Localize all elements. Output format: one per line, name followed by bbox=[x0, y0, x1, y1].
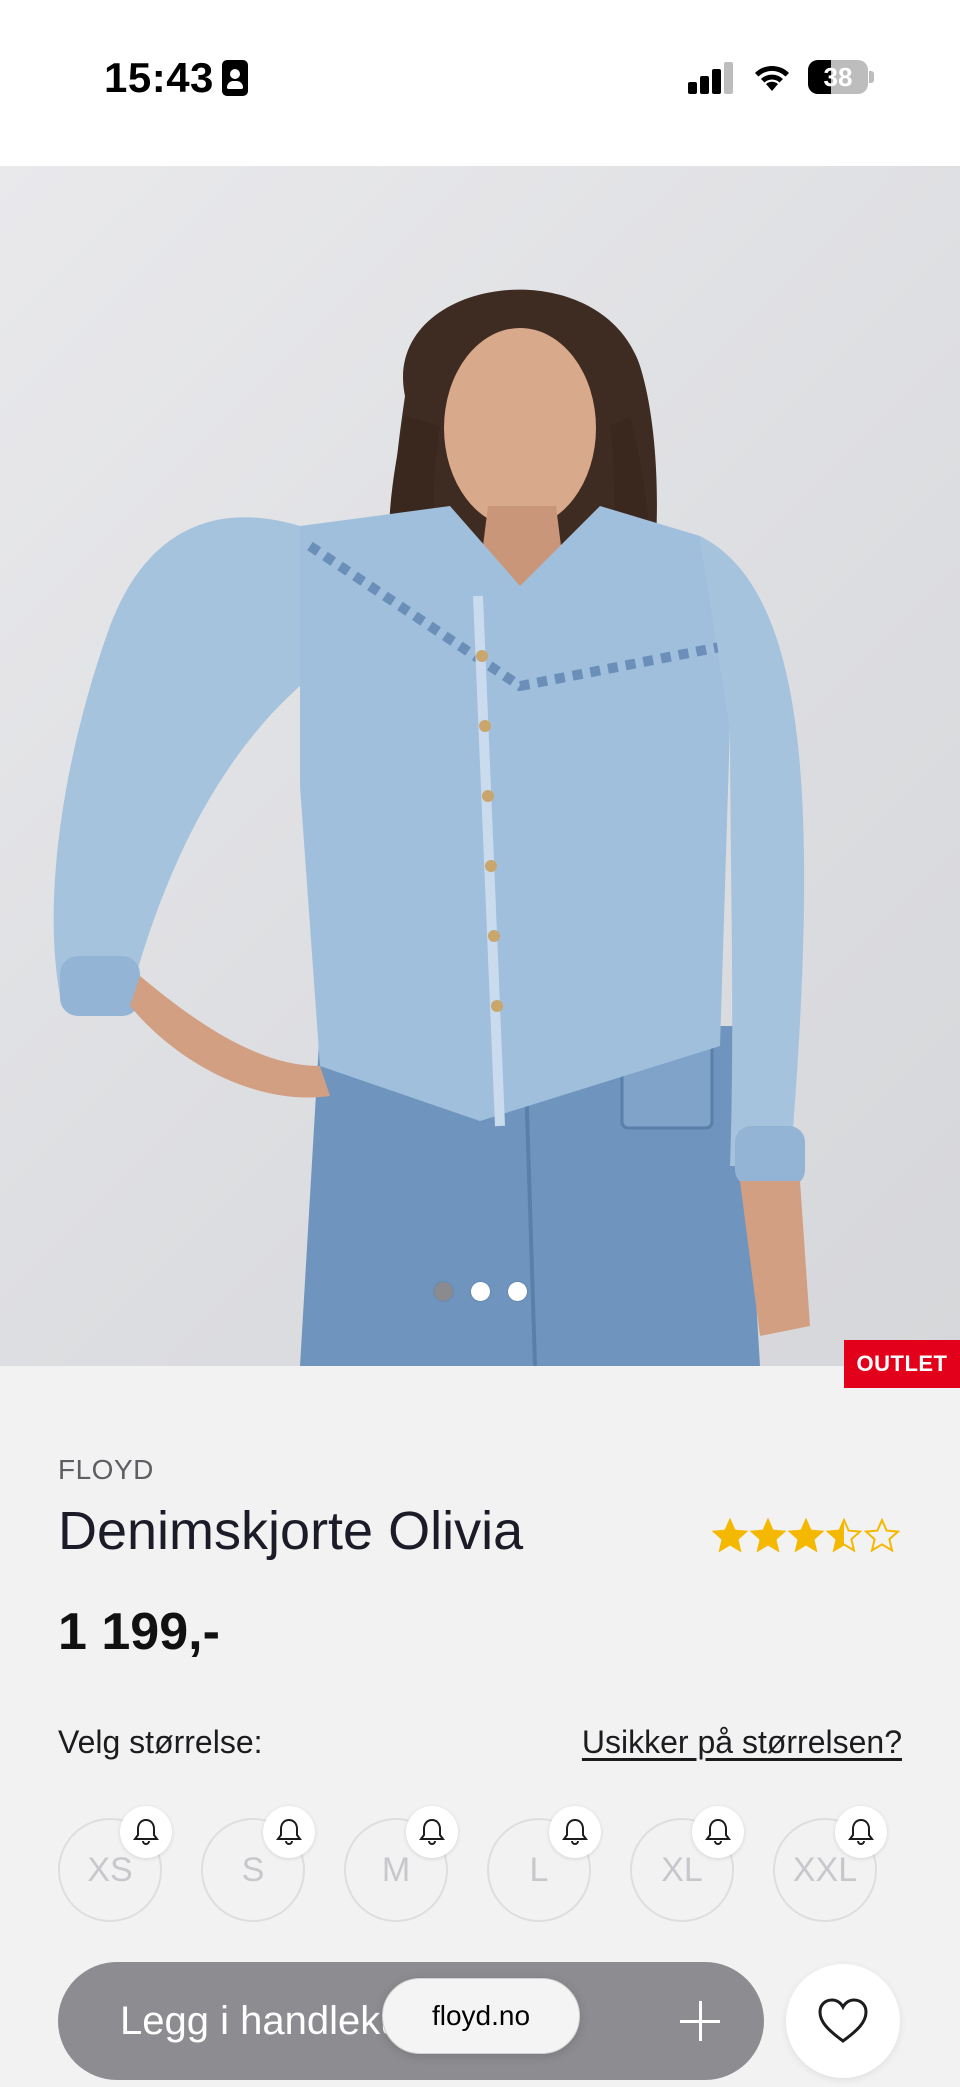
id-card-icon bbox=[222, 60, 248, 96]
size-option-xxl[interactable]: XXL bbox=[773, 1806, 887, 1922]
status-bar: 15:43 38 bbox=[0, 0, 960, 166]
notify-bell-button[interactable] bbox=[263, 1806, 315, 1858]
product-title: Denimskjorte Olivia bbox=[58, 1501, 524, 1561]
size-option-xs[interactable]: XS bbox=[58, 1806, 172, 1922]
size-option-xl[interactable]: XL bbox=[630, 1806, 744, 1922]
heart-icon bbox=[818, 1998, 868, 2043]
product-image[interactable] bbox=[0, 166, 960, 1366]
size-option-s[interactable]: S bbox=[201, 1806, 315, 1922]
bell-icon bbox=[848, 1818, 874, 1845]
product-photo bbox=[53, 289, 810, 1366]
plus-icon bbox=[680, 2001, 720, 2041]
notify-bell-button[interactable] bbox=[549, 1806, 601, 1858]
outlet-badge: OUTLET bbox=[844, 1340, 960, 1388]
product-price: 1 199,- bbox=[58, 1603, 220, 1661]
carousel-dot[interactable] bbox=[470, 1282, 490, 1301]
notify-bell-button[interactable] bbox=[692, 1806, 744, 1858]
notify-bell-button[interactable] bbox=[120, 1806, 172, 1858]
brand-name[interactable]: FLOYD bbox=[58, 1454, 154, 1486]
size-option-l[interactable]: L bbox=[487, 1806, 601, 1922]
bell-icon bbox=[705, 1818, 731, 1845]
size-guide-link[interactable]: Usikker på størrelsen? bbox=[582, 1724, 902, 1761]
battery-icon: 38 bbox=[808, 60, 874, 94]
star-icon bbox=[864, 1518, 900, 1553]
carousel-indicator[interactable] bbox=[0, 1282, 960, 1306]
carousel-dot[interactable] bbox=[433, 1282, 453, 1301]
status-time: 15:43 bbox=[104, 54, 214, 101]
wishlist-button[interactable] bbox=[786, 1964, 900, 2078]
battery-level: 38 bbox=[823, 62, 853, 92]
bell-icon bbox=[562, 1818, 588, 1845]
rating-stars[interactable] bbox=[712, 1516, 902, 1556]
browser-url-bar[interactable]: floyd.no bbox=[382, 1978, 580, 2054]
star-icon bbox=[750, 1518, 786, 1553]
size-options: XS S M L XL XXL bbox=[58, 1806, 908, 1928]
star-icon bbox=[788, 1518, 824, 1553]
cellular-signal-icon bbox=[688, 62, 734, 94]
notify-bell-button[interactable] bbox=[835, 1806, 887, 1858]
size-label: Velg størrelse: bbox=[58, 1724, 263, 1760]
bell-icon bbox=[276, 1818, 302, 1845]
wifi-icon bbox=[755, 65, 789, 91]
carousel-dot[interactable] bbox=[507, 1282, 527, 1301]
star-icon bbox=[712, 1518, 748, 1553]
notify-bell-button[interactable] bbox=[406, 1806, 458, 1858]
bell-icon bbox=[133, 1818, 159, 1845]
size-option-m[interactable]: M bbox=[344, 1806, 458, 1922]
bell-icon bbox=[419, 1818, 445, 1845]
star-icon bbox=[826, 1518, 862, 1553]
